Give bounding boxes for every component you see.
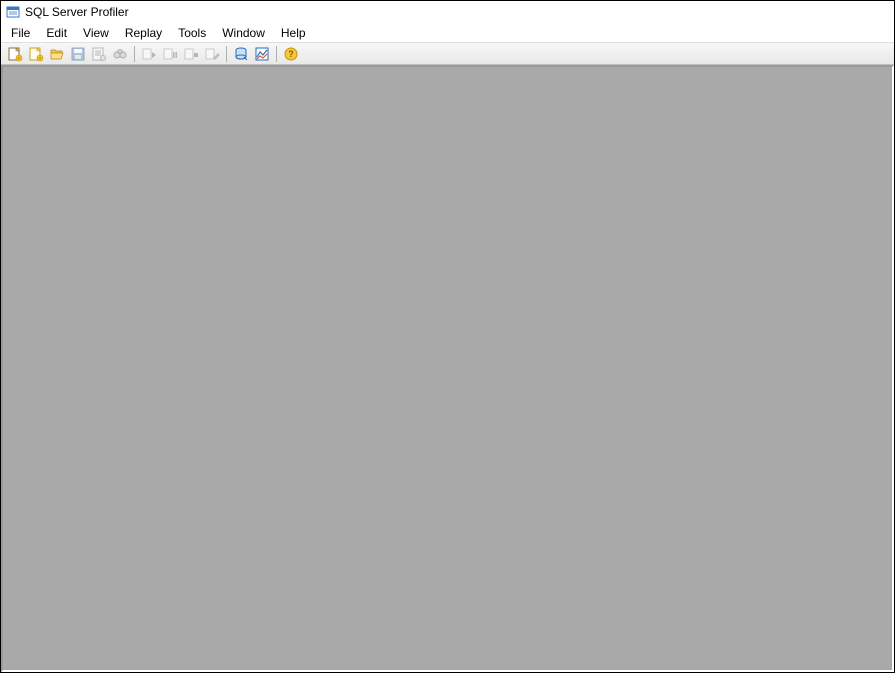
- play-icon: [141, 46, 157, 62]
- save-button: [68, 44, 88, 64]
- menu-window[interactable]: Window: [214, 24, 273, 42]
- toolbar-separator: [226, 46, 227, 62]
- binoculars-icon: [112, 46, 128, 62]
- properties-button: [89, 44, 109, 64]
- toolbar-separator: [134, 46, 135, 62]
- folder-open-icon: [49, 46, 65, 62]
- titlebar: SQL Server Profiler: [1, 1, 894, 23]
- eraser-icon: [204, 46, 220, 62]
- menu-tools[interactable]: Tools: [170, 24, 214, 42]
- menubar: File Edit View Replay Tools Window Help: [1, 23, 894, 43]
- performance-monitor-button[interactable]: [252, 44, 272, 64]
- new-template-button[interactable]: [26, 44, 46, 64]
- app-icon: [5, 4, 21, 20]
- svg-text:?: ?: [288, 49, 294, 59]
- database-tuning-button[interactable]: [231, 44, 251, 64]
- help-button[interactable]: ?: [281, 44, 301, 64]
- pause-icon: [162, 46, 178, 62]
- new-template-icon: [28, 46, 44, 62]
- open-file-button[interactable]: [47, 44, 67, 64]
- menu-file[interactable]: File: [3, 24, 38, 42]
- toolbar-separator: [276, 46, 277, 62]
- find-button: [110, 44, 130, 64]
- new-trace-icon: [7, 46, 23, 62]
- clear-trace-button: [202, 44, 222, 64]
- help-icon: ?: [283, 46, 299, 62]
- stop-trace-button: [181, 44, 201, 64]
- database-icon: [233, 46, 249, 62]
- menu-help[interactable]: Help: [273, 24, 314, 42]
- new-trace-button[interactable]: [5, 44, 25, 64]
- toolbar: ?: [1, 43, 894, 65]
- mdi-workspace: [1, 65, 894, 672]
- chart-icon: [254, 46, 270, 62]
- app-title: SQL Server Profiler: [25, 5, 129, 19]
- start-trace-button: [139, 44, 159, 64]
- menu-edit[interactable]: Edit: [38, 24, 75, 42]
- menu-view[interactable]: View: [75, 24, 117, 42]
- properties-icon: [91, 46, 107, 62]
- stop-icon: [183, 46, 199, 62]
- menu-replay[interactable]: Replay: [117, 24, 170, 42]
- save-icon: [70, 46, 86, 62]
- pause-trace-button: [160, 44, 180, 64]
